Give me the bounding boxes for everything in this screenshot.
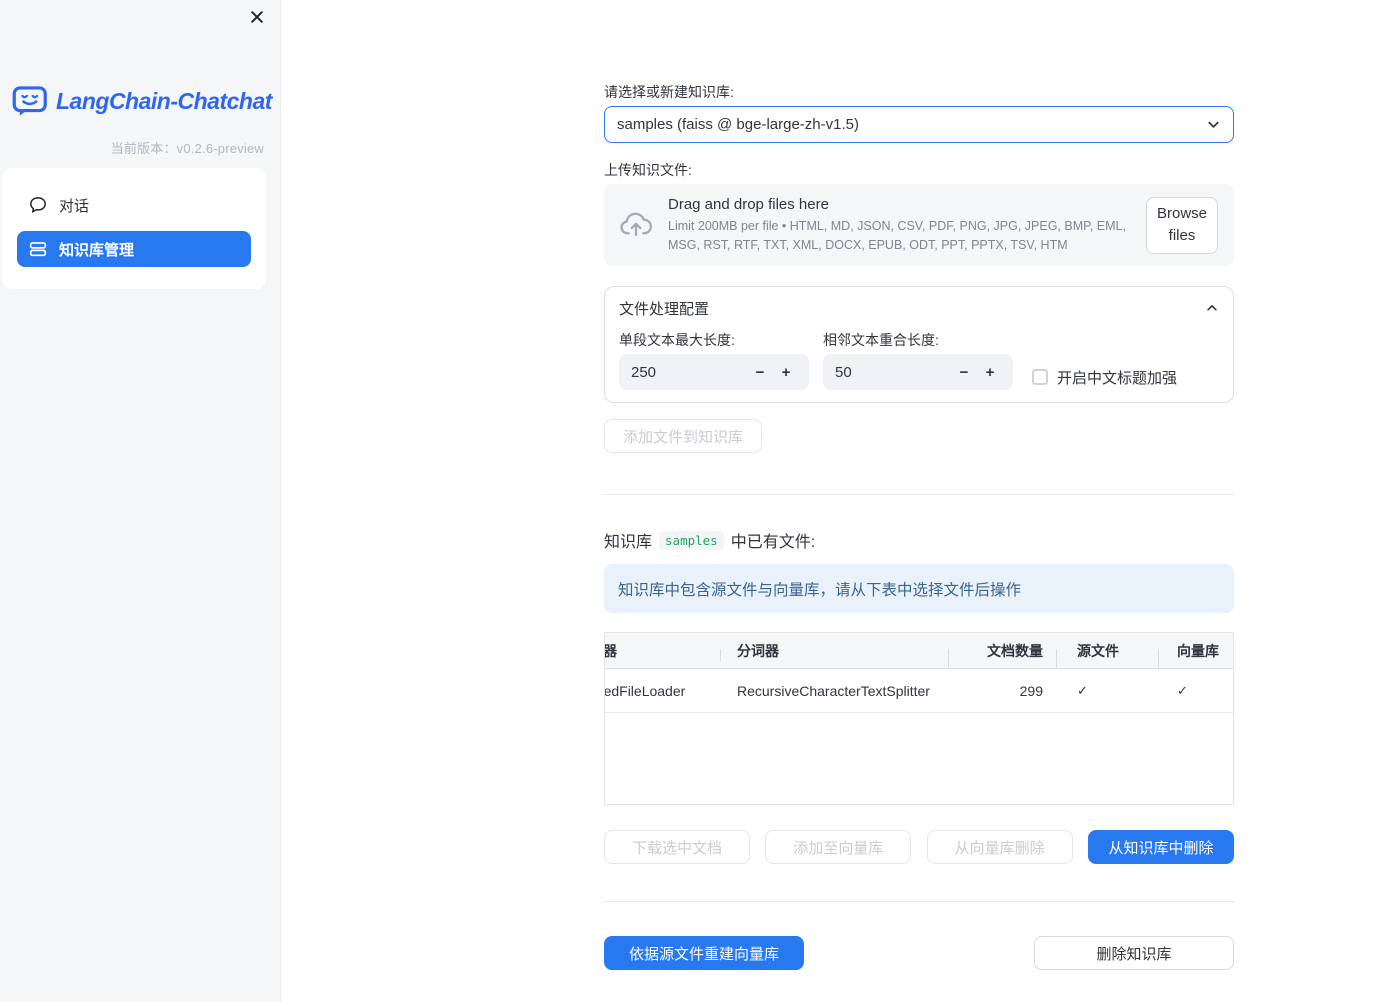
upload-label: 上传知识文件: [604, 162, 692, 178]
delete-kb-button[interactable]: 删除知识库 [1034, 936, 1234, 970]
sidebar-item-label: 知识库管理 [59, 241, 135, 259]
cell-doc-count: 299 [1019, 682, 1043, 699]
kb-list-icon [29, 240, 47, 258]
col-header-doc-count[interactable]: 文档数量 [948, 641, 1056, 668]
kb-files-prefix: 知识库 [604, 534, 653, 551]
table-row[interactable]: UnstructuredFileLoader RecursiveCharacte… [605, 669, 1233, 713]
file-actions-row: 下载选中文档 添加至向量库 从向量库删除 从知识库中删除 [604, 830, 1234, 864]
kb-select[interactable]: samples (faiss @ bge-large-zh-v1.5) [604, 106, 1234, 143]
kb-files-suffix: 中已有文件: [730, 534, 816, 551]
overlap-size-decrement-button[interactable]: − [951, 357, 977, 387]
zh-title-enhance-checkbox[interactable] [1032, 369, 1048, 385]
sidebar-item-kb-management[interactable]: 知识库管理 [17, 231, 251, 267]
divider [604, 494, 1234, 495]
col-header-source-file[interactable]: 源文件 [1056, 641, 1158, 668]
overlap-size-increment-button[interactable]: + [977, 357, 1003, 387]
version-value: v0.2.6-preview [176, 141, 264, 156]
overlap-size-field: 相邻文本重合长度: 50 − + [823, 331, 1013, 390]
browse-files-button[interactable]: Browse files [1146, 196, 1218, 254]
overlap-size-value: 50 [835, 363, 852, 381]
expander-header[interactable]: 文件处理配置 [619, 297, 1219, 319]
sidebar: LangChain-Chatchat 当前版本：v0.2.6-preview 对… [0, 0, 281, 1002]
uploader-title: Drag and drop files here [668, 196, 829, 214]
uploader-limit-text: Limit 200MB per file • HTML, MD, JSON, C… [668, 219, 1126, 252]
chunk-size-decrement-button[interactable]: − [747, 357, 773, 387]
add-files-to-kb-button[interactable]: 添加文件到知识库 [604, 419, 763, 453]
kb-select-label: 请选择或新建知识库: [604, 84, 734, 100]
cell-loader: UnstructuredFileLoader [605, 682, 686, 699]
chevron-up-icon [1205, 301, 1219, 315]
cloud-upload-icon [618, 207, 654, 243]
main-content: 请选择或新建知识库: samples (faiss @ bge-large-zh… [604, 0, 1234, 970]
kb-files-heading: 知识库 samples 中已有文件: [604, 528, 1234, 552]
sidebar-item-dialogue[interactable]: 对话 [17, 188, 251, 222]
kb-actions-row: 依据源文件重建向量库 删除知识库 [604, 936, 1234, 970]
chunk-size-input[interactable]: 250 − + [619, 354, 809, 390]
chunk-size-value: 250 [631, 363, 657, 381]
sidebar-item-label: 对话 [59, 197, 90, 215]
zh-title-enhance-label: 开启中文标题加强 [1057, 369, 1178, 387]
chunk-size-field: 单段文本最大长度: 250 − + [619, 331, 809, 390]
delete-from-vector-store-button[interactable]: 从向量库删除 [926, 830, 1073, 864]
file-uploader-dropzone[interactable]: Drag and drop files here Limit 200MB per… [604, 184, 1234, 266]
chevron-down-icon [1206, 117, 1221, 132]
version-info: 当前版本：v0.2.6-preview [111, 138, 264, 157]
version-label: 当前版本： [110, 141, 177, 156]
app-title: LangChain-Chatchat [56, 88, 272, 114]
cell-splitter: RecursiveCharacterTextSplitter [737, 682, 930, 699]
delete-from-kb-button[interactable]: 从知识库中删除 [1087, 830, 1234, 864]
uploader-texts: Drag and drop files here Limit 200MB per… [668, 196, 1146, 253]
chatchat-logo-icon [12, 86, 48, 117]
download-selected-button[interactable]: 下载选中文档 [604, 830, 750, 864]
chat-bubble-icon [29, 196, 47, 214]
expander-title: 文件处理配置 [619, 300, 710, 318]
table-header-row: 文档加载器 分词器 文档数量 源文件 向量库 [605, 633, 1233, 669]
col-header-splitter[interactable]: 分词器 [720, 641, 948, 661]
overlap-size-label: 相邻文本重合长度: [823, 332, 939, 348]
zh-title-enhance-field: 开启中文标题加强 [1032, 364, 1177, 390]
app-logo: LangChain-Chatchat [12, 86, 272, 117]
kb-files-table[interactable]: 文档加载器 分词器 文档数量 源文件 向量库 UnstructuredFileL… [604, 632, 1234, 805]
overlap-size-input[interactable]: 50 − + [823, 354, 1013, 390]
add-to-vector-store-button[interactable]: 添加至向量库 [765, 830, 912, 864]
rebuild-vector-store-button[interactable]: 依据源文件重建向量库 [604, 936, 804, 970]
col-header-vector-store[interactable]: 向量库 [1158, 641, 1233, 668]
kb-name-code: samples [659, 530, 724, 550]
divider [604, 901, 1234, 902]
info-banner: 知识库中包含源文件与向量库，请从下表中选择文件后操作 [604, 564, 1234, 613]
file-config-expander: 文件处理配置 单段文本最大长度: 250 − + 相邻文本重合长度: 50 − … [604, 286, 1234, 403]
cell-source-file-check: ✓ [1077, 682, 1088, 698]
kb-select-value: samples (faiss @ bge-large-zh-v1.5) [617, 116, 859, 133]
cell-vector-store-check: ✓ [1177, 682, 1188, 698]
chunk-size-label: 单段文本最大长度: [619, 332, 735, 348]
chunk-size-increment-button[interactable]: + [773, 357, 799, 387]
sidebar-close-icon[interactable] [248, 8, 266, 26]
sidebar-nav: 对话 知识库管理 [2, 168, 266, 289]
config-controls: 单段文本最大长度: 250 − + 相邻文本重合长度: 50 − + 开启中文标… [619, 331, 1219, 390]
col-header-loader[interactable]: 文档加载器 [605, 641, 720, 661]
